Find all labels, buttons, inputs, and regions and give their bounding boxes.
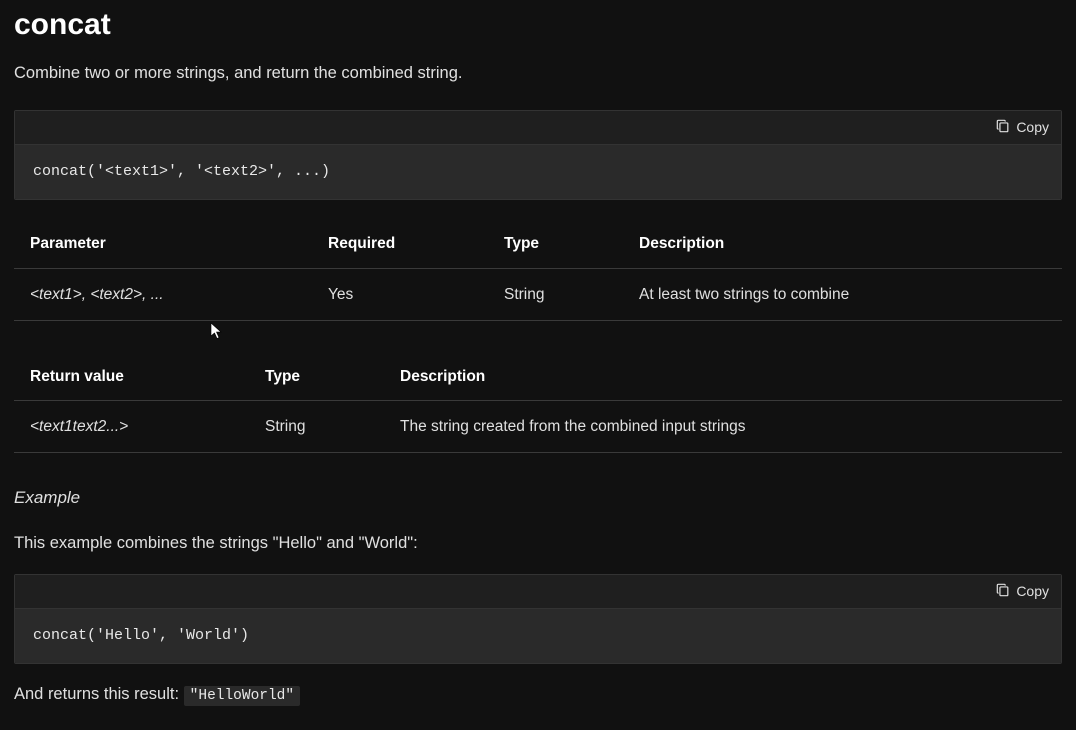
cell-description: The string created from the combined inp… [384,401,1062,453]
copy-icon [996,583,1010,600]
example-result: And returns this result: "HelloWorld" [14,682,1062,708]
cell-parameter: <text1>, <text2>, ... [14,268,312,320]
function-description: Combine two or more strings, and return … [14,61,1062,86]
mouse-cursor-icon [210,322,224,340]
col-description: Description [623,218,1062,268]
parameters-table: Parameter Required Type Description <tex… [14,218,1062,321]
table-row: <text1>, <text2>, ... Yes String At leas… [14,268,1062,320]
result-value: "HelloWorld" [184,686,300,706]
cell-type: String [488,268,623,320]
col-description: Description [384,351,1062,401]
copy-button[interactable]: Copy [996,119,1049,136]
copy-icon [996,119,1010,136]
col-required: Required [312,218,488,268]
col-type: Type [249,351,384,401]
copy-label: Copy [1016,119,1049,135]
code-header: Copy [15,111,1061,145]
table-row: <text1text2...> String The string create… [14,401,1062,453]
return-table: Return value Type Description <text1text… [14,351,1062,454]
code-header: Copy [15,575,1061,609]
cell-description: At least two strings to combine [623,268,1062,320]
cell-return-value: <text1text2...> [14,401,249,453]
table-header-row: Parameter Required Type Description [14,218,1062,268]
syntax-code: concat('<text1>', '<text2>', ...) [15,145,1061,200]
example-code: concat('Hello', 'World') [15,609,1061,664]
example-heading: Example [14,485,1062,511]
table-header-row: Return value Type Description [14,351,1062,401]
page-title: concat [14,2,1062,47]
col-return-value: Return value [14,351,249,401]
cell-type: String [249,401,384,453]
example-code-block: Copy concat('Hello', 'World') [14,574,1062,665]
cell-required: Yes [312,268,488,320]
example-description: This example combines the strings "Hello… [14,531,1062,556]
copy-label: Copy [1016,583,1049,599]
result-prefix: And returns this result: [14,685,184,703]
col-parameter: Parameter [14,218,312,268]
copy-button[interactable]: Copy [996,583,1049,600]
syntax-code-block: Copy concat('<text1>', '<text2>', ...) [14,110,1062,201]
col-type: Type [488,218,623,268]
